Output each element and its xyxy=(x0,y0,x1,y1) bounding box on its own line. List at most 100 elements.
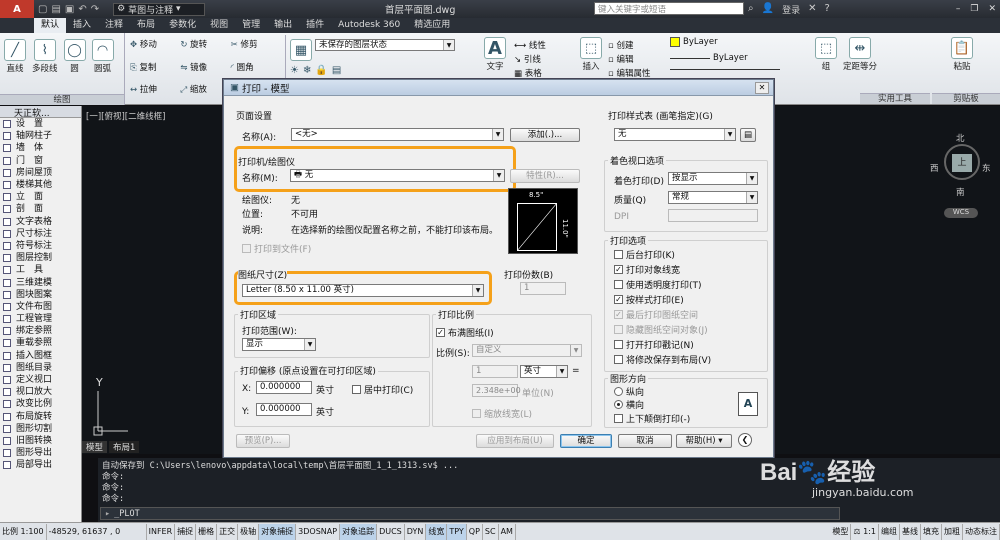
redo-icon[interactable]: ↷ xyxy=(91,4,99,15)
palette-item[interactable]: 设 置 xyxy=(0,118,81,130)
palette-item[interactable]: 楼梯其他 xyxy=(0,179,81,191)
palette-item[interactable]: 绑定参照 xyxy=(0,325,81,337)
viewcube-south[interactable]: 南 xyxy=(956,186,965,198)
palette-item[interactable]: 三维建模 xyxy=(0,276,81,288)
status-toggle[interactable]: DYN xyxy=(405,523,427,540)
palette-item[interactable]: 重载参照 xyxy=(0,337,81,349)
palette-item[interactable]: 文件布图 xyxy=(0,301,81,313)
status-toggle[interactable]: 对象追踪 xyxy=(340,523,378,540)
viewcube-west[interactable]: 西 xyxy=(930,162,939,174)
scale-select[interactable]: 自定义 ▼ xyxy=(472,344,582,357)
palette-item[interactable]: 定义视口 xyxy=(0,374,81,386)
status-toggle[interactable]: SC xyxy=(483,523,499,540)
plot-option-checkbox[interactable]: 后台打印(K) xyxy=(614,248,675,261)
modify-item-3[interactable]: ⎘ 复制 xyxy=(130,61,180,80)
color-bylayer[interactable]: ByLayer xyxy=(683,37,718,47)
paper-size-select[interactable]: Letter (8.50 x 11.00 英寸) ▼ xyxy=(242,284,484,297)
layer-freeze-icon[interactable]: ❄ xyxy=(303,65,311,76)
utilities-panel-title[interactable]: 实用工具 xyxy=(860,93,930,104)
modify-item-0[interactable]: ✥ 移动 xyxy=(130,38,180,57)
scale-units-input[interactable]: 2.348e+00 xyxy=(472,384,521,397)
tab-model[interactable]: 模型 xyxy=(82,441,108,453)
dialog-close-button[interactable]: ✕ xyxy=(755,81,769,94)
palette-item[interactable]: 立 面 xyxy=(0,191,81,203)
save-icon[interactable]: ▣ xyxy=(65,4,74,15)
clipboard-panel-title[interactable]: 剪贴板 xyxy=(932,93,1000,104)
modify-item-5[interactable]: ◜ 圆角 xyxy=(231,61,281,80)
palette-item[interactable]: 旧图转换 xyxy=(0,435,81,447)
plot-style-select[interactable]: 无 ▼ xyxy=(614,128,736,141)
palette-item[interactable]: 剖 面 xyxy=(0,203,81,215)
palette-item[interactable]: 墙 体 xyxy=(0,142,81,154)
plot-option-checkbox[interactable]: ✓ 最后打印图纸空间 xyxy=(614,308,698,321)
printer-name-select[interactable]: 🖶 无 ▼ xyxy=(290,169,505,182)
leader-button[interactable]: ↘ 引线 xyxy=(514,53,546,67)
text-button[interactable]: A 文字 xyxy=(484,37,506,72)
ribbon-tab-5[interactable]: 视图 xyxy=(203,18,235,33)
plot-option-checkbox[interactable]: ✓ 打印对象线宽 xyxy=(614,263,680,276)
user-icon[interactable]: 👤 xyxy=(762,3,774,16)
status-annot-scale[interactable]: ⚖ 1:1 xyxy=(851,523,879,540)
center-plot-checkbox[interactable]: 居中打印(C) xyxy=(352,383,413,396)
draw-panel-title[interactable]: 绘图 xyxy=(0,94,124,105)
new-icon[interactable]: ▢ xyxy=(38,4,47,15)
palette-item[interactable]: 改变比例 xyxy=(0,398,81,410)
viewcube-east[interactable]: 东 xyxy=(982,162,991,174)
ribbon-tab-2[interactable]: 注释 xyxy=(98,18,130,33)
status-toggle[interactable]: DUCS xyxy=(377,523,405,540)
palette-item[interactable]: 轴网柱子 xyxy=(0,130,81,142)
palette-item[interactable]: 房间屋顶 xyxy=(0,167,81,179)
page-setup-add-button[interactable]: 添加(.)... xyxy=(510,128,580,142)
linear-dim-button[interactable]: ⟷ 线性 xyxy=(514,39,546,53)
fit-to-paper-checkbox[interactable]: ✓ 布满图纸(I) xyxy=(436,326,494,339)
palette-item[interactable]: 视口放大 xyxy=(0,386,81,398)
cancel-button[interactable]: 取消 xyxy=(618,434,672,448)
restore-button[interactable]: ❐ xyxy=(970,4,978,14)
palette-item[interactable]: 插入图框 xyxy=(0,350,81,362)
undo-icon[interactable]: ↶ xyxy=(78,4,86,15)
status-toggle[interactable]: AM xyxy=(499,523,516,540)
status-toggle[interactable]: 3DOSNAP xyxy=(296,523,341,540)
wcs-menu[interactable]: WCS xyxy=(944,208,978,218)
status-toggle[interactable]: QP xyxy=(467,523,483,540)
ribbon-tab-10[interactable]: 精选应用 xyxy=(407,18,457,33)
palette-item[interactable]: 图形导出 xyxy=(0,447,81,459)
measure-button[interactable]: ⇹ 定距等分 xyxy=(843,37,877,72)
preview-button[interactable]: 预览(P)... xyxy=(236,434,290,448)
draw-button-3[interactable]: ◠ 圆弧 xyxy=(91,39,114,74)
draw-button-1[interactable]: ⌇ 多段线 xyxy=(32,39,58,74)
plot-option-checkbox[interactable]: 打开打印戳记(N) xyxy=(614,338,694,351)
dpi-input[interactable] xyxy=(668,209,758,222)
group-button[interactable]: ⬚ 组 xyxy=(815,37,837,72)
paste-button[interactable]: 📋 粘贴 xyxy=(951,37,973,72)
palette-item[interactable]: 局部导出 xyxy=(0,459,81,471)
print-to-file-checkbox[interactable]: 打印到文件(F) xyxy=(242,242,311,255)
status-right-item[interactable]: 加粗 xyxy=(942,523,963,540)
plot-option-checkbox[interactable]: ✓ 按样式打印(E) xyxy=(614,293,684,306)
minimize-button[interactable]: – xyxy=(956,4,961,14)
status-right-item[interactable]: 动态标注 xyxy=(963,523,1000,540)
ribbon-tab-7[interactable]: 输出 xyxy=(267,18,299,33)
draw-button-2[interactable]: ◯ 圆 xyxy=(63,39,86,74)
upside-down-checkbox[interactable]: 上下颠倒打印(-) xyxy=(614,412,690,425)
lineweight-bylayer[interactable]: ByLayer xyxy=(713,53,748,63)
modify-item-6[interactable]: ↔ 拉伸 xyxy=(130,83,180,102)
layer-properties-icon[interactable]: ▦ xyxy=(290,39,312,61)
apply-to-layout-button[interactable]: 应用到布局(U) xyxy=(476,434,554,448)
viewcube-top-face[interactable]: 上 xyxy=(952,154,972,172)
help-icon[interactable]: ? xyxy=(824,3,829,16)
workspace-select[interactable]: ⚙ 草图与注释 ▾ xyxy=(113,2,206,16)
ribbon-tab-1[interactable]: 插入 xyxy=(66,18,98,33)
palette-item[interactable]: 文字表格 xyxy=(0,216,81,228)
scale-lineweights-checkbox[interactable]: 缩放线宽(L) xyxy=(472,407,532,420)
quality-select[interactable]: 常规 ▼ xyxy=(668,191,758,204)
palette-item[interactable]: 图层控制 xyxy=(0,252,81,264)
layer-lock-icon[interactable]: 🔒 xyxy=(315,65,327,76)
copies-input[interactable]: 1 xyxy=(520,282,566,295)
ribbon-tab-0[interactable]: 默认 xyxy=(34,18,67,33)
ok-button[interactable]: 确定 xyxy=(560,434,612,448)
palette-item[interactable]: 布局旋转 xyxy=(0,411,81,423)
status-toggle[interactable]: 对象捕捉 xyxy=(259,523,297,540)
layer-match-icon[interactable]: ▤ xyxy=(332,65,341,76)
status-toggle[interactable]: 栅格 xyxy=(196,523,218,540)
